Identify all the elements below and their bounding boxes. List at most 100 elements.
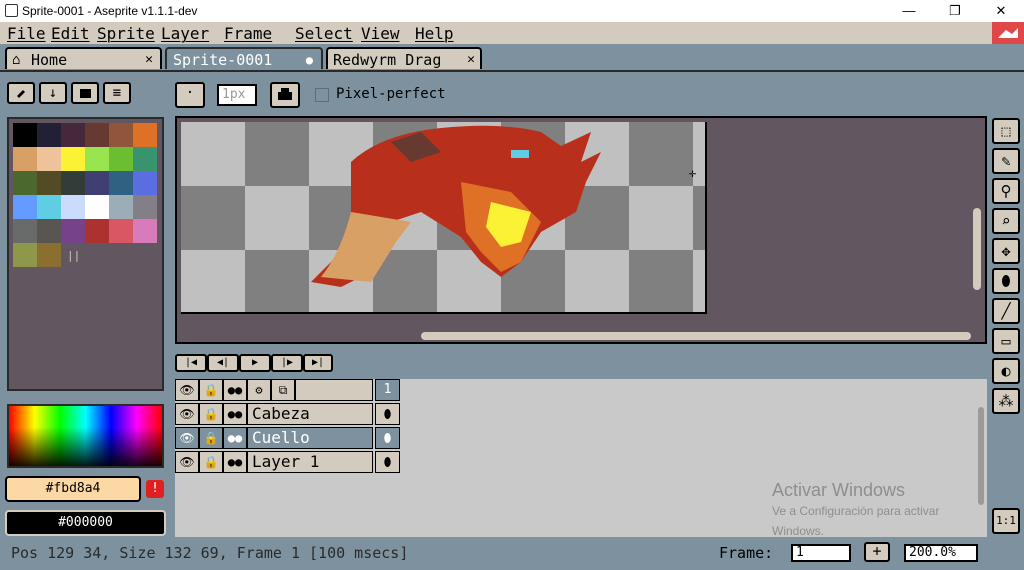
menu-select[interactable]: Select: [295, 24, 353, 43]
zoom-tool-button[interactable]: ⌕: [992, 208, 1020, 234]
palette-swatch[interactable]: [85, 195, 109, 219]
palette-swatch[interactable]: [133, 171, 157, 195]
lock-icon[interactable]: 🔒: [199, 451, 223, 473]
play-button[interactable]: ▶: [239, 354, 271, 372]
tab-sprite-0001[interactable]: Sprite-0001 ●: [165, 47, 323, 69]
move-tool-button[interactable]: ✥: [992, 238, 1020, 264]
palette-down-button[interactable]: ↓: [39, 82, 67, 104]
menu-help[interactable]: Help: [415, 24, 454, 43]
menu-file[interactable]: File: [7, 24, 46, 43]
frame-input[interactable]: 1: [791, 544, 851, 562]
layer-row[interactable]: 👁 🔒 ●● Cuello ⬮: [175, 427, 400, 450]
menu-frame[interactable]: Frame: [224, 24, 272, 43]
onion-skin-icon[interactable]: ●●: [223, 379, 247, 401]
palette-swatch[interactable]: [37, 171, 61, 195]
horizontal-scrollbar[interactable]: [421, 332, 971, 340]
palette-swatch[interactable]: [13, 171, 37, 195]
palette-swatch[interactable]: [133, 219, 157, 243]
ink-button[interactable]: [270, 82, 300, 108]
minimize-button[interactable]: —: [886, 0, 932, 22]
continuous-icon[interactable]: ●●: [223, 403, 247, 425]
palette-swatch[interactable]: [109, 147, 133, 171]
lock-header-icon[interactable]: 🔒: [199, 379, 223, 401]
palette-swatch[interactable]: [37, 219, 61, 243]
cel-icon[interactable]: ⬮: [375, 403, 400, 425]
background-color-button[interactable]: #000000: [5, 510, 166, 536]
paint-bucket-tool-button[interactable]: ⬮: [992, 268, 1020, 294]
add-frame-button[interactable]: +: [864, 542, 890, 562]
palette-swatch[interactable]: [61, 195, 85, 219]
brush-type-button[interactable]: ·: [175, 82, 205, 108]
layer-name[interactable]: Cabeza: [247, 403, 373, 425]
lock-icon[interactable]: 🔒: [199, 403, 223, 425]
palette-swatch[interactable]: [133, 195, 157, 219]
cel-icon[interactable]: ⬮: [375, 451, 400, 473]
sprite-canvas[interactable]: [181, 122, 707, 314]
palette-swatch[interactable]: [13, 147, 37, 171]
palette-swatch[interactable]: [61, 171, 85, 195]
palette-swatch[interactable]: [13, 123, 37, 147]
cel-icon[interactable]: ⬮: [375, 427, 400, 449]
palette-menu-button[interactable]: ≡: [103, 82, 131, 104]
palette-swatch[interactable]: [109, 195, 133, 219]
canvas-editor[interactable]: ✛: [175, 116, 987, 344]
last-frame-button[interactable]: ▶|: [303, 354, 333, 372]
palette-swatch[interactable]: [85, 147, 109, 171]
flag-icon[interactable]: [992, 22, 1024, 44]
next-frame-button[interactable]: |▶: [271, 354, 303, 372]
layer-row[interactable]: 👁 🔒 ●● Layer 1 ⬮: [175, 451, 400, 474]
color-spectrum[interactable]: [7, 404, 164, 468]
continuous-icon[interactable]: ●●: [223, 427, 247, 449]
contour-tool-button[interactable]: ◐: [992, 358, 1020, 384]
foreground-color-button[interactable]: #fbd8a4: [5, 476, 141, 502]
menu-sprite[interactable]: Sprite: [97, 24, 155, 43]
palette-swatch[interactable]: [133, 123, 157, 147]
palette-swatch[interactable]: [109, 171, 133, 195]
close-window-button[interactable]: ✕: [978, 0, 1024, 22]
palette-swatch[interactable]: [61, 147, 85, 171]
vertical-scrollbar[interactable]: [973, 208, 981, 290]
layer-name[interactable]: Cuello: [247, 427, 373, 449]
lock-icon[interactable]: 🔒: [199, 427, 223, 449]
eyedropper-tool-button[interactable]: ⚲: [992, 178, 1020, 204]
visibility-icon[interactable]: 👁: [175, 451, 199, 473]
palette-swatch[interactable]: [61, 123, 85, 147]
palette-swatch[interactable]: [37, 195, 61, 219]
palette-swatch[interactable]: [133, 147, 157, 171]
palette-resize-handle[interactable]: ||: [67, 249, 80, 262]
palette-swatch[interactable]: [109, 123, 133, 147]
rectangle-tool-button[interactable]: ▭: [992, 328, 1020, 354]
palette-swatch[interactable]: [13, 195, 37, 219]
edit-palette-button[interactable]: [7, 82, 35, 104]
palette-folder-button[interactable]: [71, 82, 99, 104]
continuous-icon[interactable]: ●●: [223, 451, 247, 473]
palette-swatch[interactable]: [85, 171, 109, 195]
palette-swatch[interactable]: [37, 147, 61, 171]
gear-icon[interactable]: ⚙: [247, 379, 271, 401]
layer-group-icon[interactable]: ⧉: [271, 379, 295, 401]
palette-swatch[interactable]: [13, 219, 37, 243]
prev-frame-button[interactable]: ◀|: [207, 354, 239, 372]
rectangle-marquee-tool-button[interactable]: ⬚: [992, 118, 1020, 144]
palette-swatch[interactable]: [61, 219, 85, 243]
maximize-button[interactable]: ❐: [932, 0, 978, 22]
menu-edit[interactable]: Edit: [51, 24, 90, 43]
tab-redwyrm[interactable]: Redwyrm Drag ✕: [326, 47, 482, 69]
pencil-tool-button[interactable]: ✎: [992, 148, 1020, 174]
layer-name[interactable]: Layer 1: [247, 451, 373, 473]
palette-swatch[interactable]: [37, 243, 61, 267]
palette-swatch[interactable]: [37, 123, 61, 147]
warning-icon[interactable]: !: [146, 480, 164, 498]
menu-layer[interactable]: Layer: [161, 24, 209, 43]
menu-view[interactable]: View: [361, 24, 400, 43]
zoom-reset-button[interactable]: 1:1: [992, 508, 1020, 534]
visibility-header-icon[interactable]: 👁: [175, 379, 199, 401]
palette-swatch[interactable]: [13, 243, 37, 267]
first-frame-button[interactable]: |◀: [175, 354, 207, 372]
tab-home[interactable]: ⌂ Home ✕: [5, 47, 162, 69]
visibility-icon[interactable]: 👁: [175, 403, 199, 425]
palette-swatch[interactable]: [85, 219, 109, 243]
layer-row[interactable]: 👁 🔒 ●● Cabeza ⬮: [175, 403, 400, 426]
visibility-icon[interactable]: 👁: [175, 427, 199, 449]
tab-close-icon[interactable]: ✕: [467, 49, 475, 69]
